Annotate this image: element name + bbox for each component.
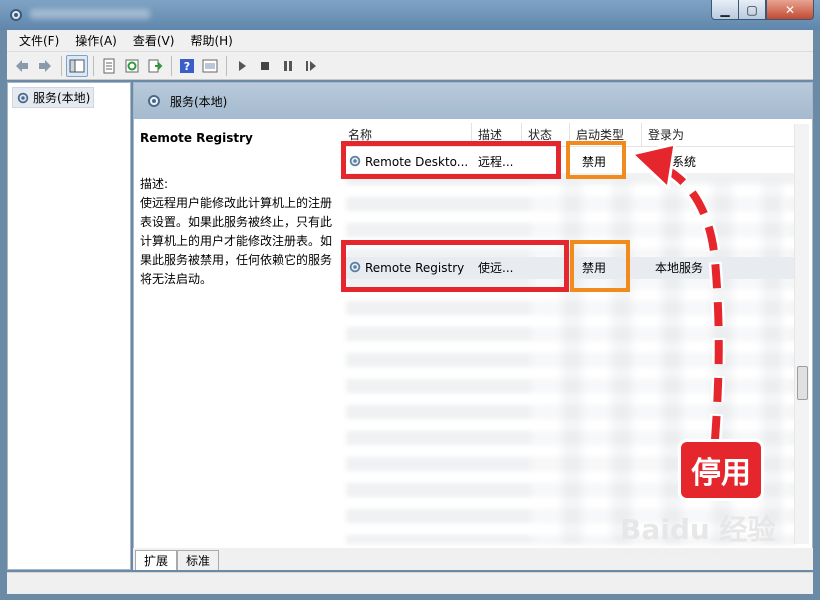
menu-file[interactable]: 文件(F) [11, 30, 67, 52]
toolbar: ? [7, 52, 813, 80]
description-label: 描述: [140, 177, 169, 191]
console-tree-icon [69, 59, 85, 72]
console-tree-button[interactable] [66, 54, 88, 77]
watermark: Baidu 经验 jingyan.baidu.com [620, 508, 776, 559]
menu-help[interactable]: 帮助(H) [182, 30, 240, 52]
back-icon [16, 59, 28, 72]
services-gear-icon [10, 9, 22, 21]
refresh-icon [125, 59, 139, 72]
highlight-box-remote-desktop [341, 141, 561, 179]
tree-item-label: 服务(本地) [33, 91, 91, 105]
back-button[interactable] [11, 55, 33, 77]
menu-bar: 文件(F) 操作(A) 查看(V) 帮助(H) [7, 30, 813, 52]
scrollbar-thumb[interactable] [797, 366, 808, 400]
forward-icon [39, 59, 51, 72]
annotation-arrow [630, 142, 726, 441]
view-button[interactable] [199, 55, 221, 77]
maximize-button[interactable]: ▢ [738, 0, 766, 20]
properties-icon [103, 58, 115, 73]
close-button[interactable]: ✕ [766, 0, 814, 20]
description-text: 使远程用户能修改此计算机上的注册表设置。如果此服务被终止，只有此计算机上的用户才… [140, 196, 333, 286]
window-title-blurred [30, 9, 150, 19]
title-bar: ▁ ▢ ✕ [0, 0, 820, 30]
tab-standard[interactable]: 标准 [177, 550, 220, 570]
pane-header: 服务(本地) [134, 83, 812, 119]
stop-icon [261, 61, 269, 70]
toolbar-separator [61, 55, 62, 76]
menu-view[interactable]: 查看(V) [125, 30, 183, 52]
console-tree: 服务(本地) [7, 82, 131, 570]
highlight-box-remote-registry [341, 240, 569, 292]
export-icon [148, 59, 163, 72]
properties-button[interactable] [98, 55, 120, 77]
help-button[interactable]: ? [176, 55, 198, 77]
tree-item-services-local[interactable]: 服务(本地) [12, 87, 95, 108]
service-name-heading: Remote Registry [140, 131, 253, 145]
description-panel: Remote Registry 描述: 使远程用户能修改此计算机上的注册表设置。… [140, 131, 336, 289]
services-gear-icon [17, 92, 29, 103]
restart-service-button[interactable] [300, 55, 322, 77]
forward-button[interactable] [34, 55, 56, 77]
vertical-scrollbar[interactable] [794, 124, 809, 544]
restart-icon [306, 60, 316, 71]
services-gear-icon [148, 95, 160, 107]
menu-action[interactable]: 操作(A) [67, 30, 125, 52]
watermark-brand: Baidu 经验 [620, 513, 776, 546]
highlight-startup-remote-desktop [566, 141, 626, 179]
pause-icon [284, 60, 292, 71]
tab-extended[interactable]: 扩展 [135, 550, 178, 570]
view-icon [202, 59, 218, 72]
pause-service-button[interactable] [277, 55, 299, 77]
annotation-label: 停用 [681, 442, 761, 498]
toolbar-separator [93, 55, 94, 76]
export-button[interactable] [144, 55, 166, 77]
status-bar [7, 572, 813, 594]
minimize-button[interactable]: ▁ [711, 0, 739, 20]
toolbar-separator [226, 55, 227, 76]
pane-title: 服务(本地) [170, 94, 228, 109]
toolbar-separator [171, 55, 172, 76]
start-service-button[interactable] [231, 55, 253, 77]
stop-service-button[interactable] [254, 55, 276, 77]
svg-text:?: ? [184, 60, 190, 73]
start-icon [239, 60, 246, 71]
refresh-button[interactable] [121, 55, 143, 77]
help-icon: ? [180, 58, 194, 73]
